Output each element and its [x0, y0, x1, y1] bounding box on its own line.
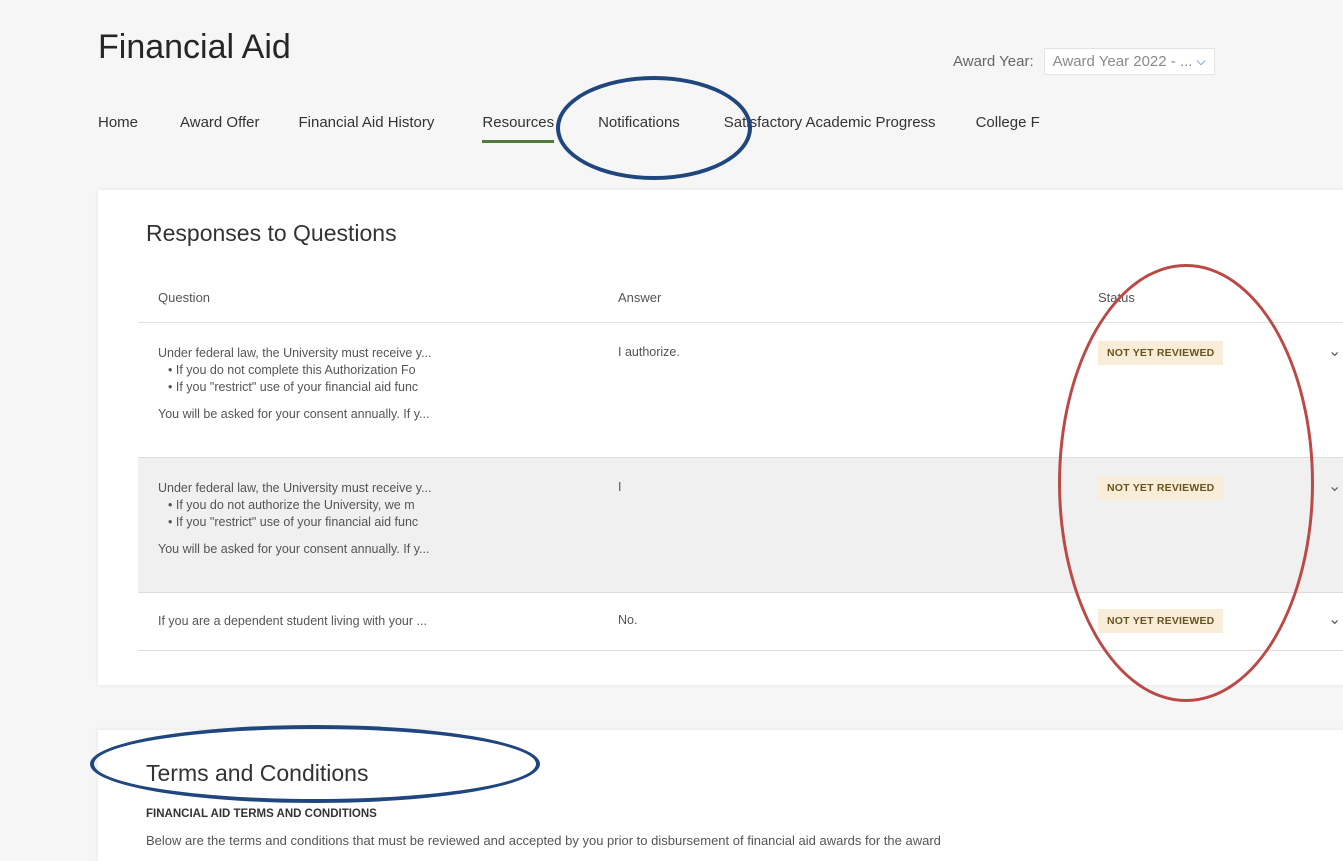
table-row[interactable]: Under federal law, the University must r… — [138, 458, 1343, 593]
question-bullet: If you "restrict" use of your financial … — [168, 514, 548, 531]
status-badge: NOT YET REVIEWED — [1098, 341, 1224, 365]
column-header-status: Status — [1098, 290, 1135, 305]
responses-title: Responses to Questions — [146, 220, 397, 246]
question-text: Under federal law, the University must r… — [158, 481, 432, 495]
answer-cell: I authorize. — [618, 345, 680, 359]
question-cell: Under federal law, the University must r… — [158, 345, 598, 423]
terms-card: Terms and Conditions FINANCIAL AID TERMS… — [98, 730, 1343, 861]
chevron-down-icon[interactable]: ⌄ — [1328, 341, 1341, 361]
question-trailing-text: You will be asked for your consent annua… — [158, 542, 430, 556]
status-badge: NOT YET REVIEWED — [1098, 476, 1224, 500]
page-title: Financial Aid — [98, 28, 291, 66]
chevron-down-icon[interactable]: ⌄ — [1328, 476, 1341, 496]
responses-card: Responses to Questions Question Answer S… — [98, 190, 1343, 685]
answer-cell: No. — [618, 613, 638, 627]
nav-tab-satisfactory-academic-progress[interactable]: Satisfactory Academic Progress — [724, 114, 936, 143]
nav-tab-financial-aid-history[interactable]: Financial Aid History — [299, 114, 435, 143]
award-year-dropdown[interactable]: Award Year 2022 - ... ⌵ — [1043, 48, 1215, 75]
column-header-answer: Answer — [618, 290, 662, 305]
question-bullet: If you "restrict" use of your financial … — [168, 379, 548, 396]
nav-tab-resources[interactable]: Resources — [482, 114, 555, 143]
question-cell: If you are a dependent student living wi… — [158, 613, 598, 630]
award-year-selector: Award Year: Award Year 2022 - ... ⌵ — [953, 48, 1215, 75]
table-row[interactable]: Under federal law, the University must r… — [138, 323, 1343, 458]
nav-tab-home[interactable]: Home — [98, 114, 138, 143]
nav-tab-college[interactable]: College F — [976, 114, 1040, 143]
award-year-label: Award Year: — [953, 53, 1034, 70]
question-bullets: If you do not authorize the University, … — [168, 497, 598, 531]
chevron-down-icon[interactable]: ⌄ — [1328, 609, 1341, 629]
question-trailing-text: You will be asked for your consent annua… — [158, 407, 430, 421]
table-row[interactable]: If you are a dependent student living wi… — [138, 593, 1343, 651]
terms-body-text: Below are the terms and conditions that … — [146, 833, 941, 848]
main-nav: Home Award Offer Financial Aid History R… — [98, 114, 1040, 143]
terms-title: Terms and Conditions — [146, 760, 369, 786]
chevron-down-icon: ⌵ — [1196, 54, 1206, 68]
terms-subheading: FINANCIAL AID TERMS AND CONDITIONS — [146, 808, 377, 820]
question-bullet: If you do not complete this Authorizatio… — [168, 362, 548, 379]
answer-cell: I — [618, 480, 622, 494]
question-text: Under federal law, the University must r… — [158, 346, 432, 360]
nav-tab-notifications[interactable]: Notifications — [598, 114, 680, 143]
question-bullets: If you do not complete this Authorizatio… — [168, 362, 598, 396]
question-bullet: If you do not authorize the University, … — [168, 497, 548, 514]
award-year-value: Award Year 2022 - ... — [1052, 53, 1193, 70]
status-badge: NOT YET REVIEWED — [1098, 609, 1224, 633]
question-text: If you are a dependent student living wi… — [158, 614, 427, 628]
question-cell: Under federal law, the University must r… — [158, 480, 598, 558]
nav-tab-award-offer[interactable]: Award Offer — [180, 114, 259, 143]
column-header-question: Question — [158, 290, 211, 305]
